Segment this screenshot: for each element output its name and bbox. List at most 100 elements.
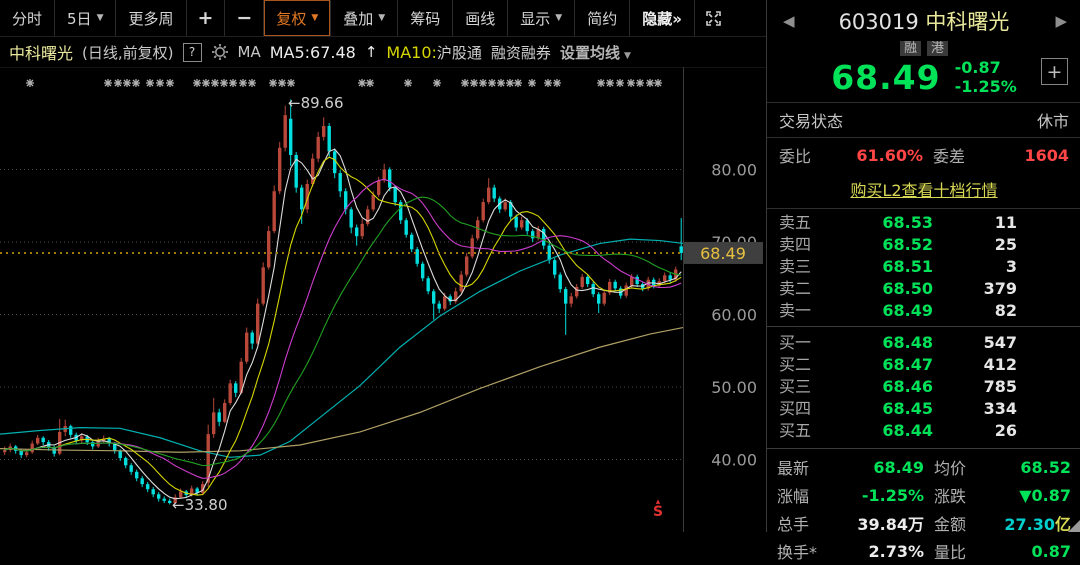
candle-up [465, 257, 468, 275]
toolbar-button-显示[interactable]: 显示▼ [508, 0, 575, 36]
event-marker-icon[interactable] [553, 79, 561, 87]
event-marker-icon[interactable] [514, 79, 522, 87]
event-marker-icon[interactable] [616, 79, 624, 87]
help-icon[interactable]: ? [183, 43, 202, 62]
event-marker-icon[interactable] [146, 79, 154, 87]
ask-row[interactable]: 卖一68.4982 [767, 300, 1080, 322]
toolbar-button-更多周[interactable]: 更多周 [116, 0, 186, 36]
event-marker-icon[interactable] [193, 79, 201, 87]
toolbar-button-筹码[interactable]: 筹码 [398, 0, 453, 36]
event-marker-icon[interactable] [248, 79, 256, 87]
candle-down [388, 170, 391, 188]
event-marker-icon[interactable] [202, 79, 210, 87]
event-marker-icon[interactable] [646, 79, 654, 87]
toolbar-button-−[interactable]: − [225, 0, 264, 36]
candle-up [278, 148, 281, 192]
sell-signal-marker[interactable]: S [653, 504, 663, 520]
candle-down [416, 249, 419, 264]
event-marker-icon[interactable] [26, 79, 34, 87]
candle-up [383, 170, 386, 181]
toolbar-button-画线[interactable]: 画线 [453, 0, 508, 36]
candle-down [157, 494, 160, 498]
ma-settings-button[interactable]: 设置均线▼ [560, 42, 631, 63]
toolbar-button-+[interactable]: + [187, 0, 226, 36]
candle-up [663, 275, 666, 281]
event-marker-icon[interactable] [506, 79, 514, 87]
bid-row[interactable]: 买三68.46785 [767, 376, 1080, 398]
bid-row[interactable]: 买四68.45334 [767, 398, 1080, 420]
event-marker-icon[interactable] [470, 79, 478, 87]
event-marker-icon[interactable] [654, 79, 662, 87]
candle-up [212, 412, 215, 434]
add-to-watchlist-button[interactable]: + [1041, 58, 1068, 85]
chevron-down-icon: ▼ [311, 13, 318, 23]
ask-levels: 卖五68.5311卖四68.5225卖三68.513卖二68.50379卖一68… [767, 209, 1080, 324]
toolbar-button-叠加[interactable]: 叠加▼ [331, 0, 398, 36]
ask-row[interactable]: 卖二68.50379 [767, 278, 1080, 300]
toolbar-button-简约[interactable]: 简约 [575, 0, 630, 36]
badge-港: 港 [927, 41, 948, 56]
event-marker-icon[interactable] [479, 79, 487, 87]
gear-icon[interactable] [211, 43, 229, 61]
event-marker-icon[interactable] [488, 79, 496, 87]
event-marker-icon[interactable] [220, 79, 228, 87]
event-marker-icon[interactable] [528, 79, 536, 87]
bid-row[interactable]: 买一68.48547 [767, 332, 1080, 354]
event-marker-icon[interactable] [269, 79, 277, 87]
event-marker-icon[interactable] [156, 79, 164, 87]
toolbar-button-分时[interactable]: 分时 [0, 0, 55, 36]
event-marker-icon[interactable] [123, 79, 131, 87]
event-marker-icon[interactable] [433, 79, 441, 87]
stock-name: 中科曙光 [925, 10, 1009, 34]
event-marker-icon[interactable] [166, 79, 174, 87]
ma30-line [5, 197, 682, 466]
event-marker-icon[interactable] [597, 79, 605, 87]
toolbar-button-5日[interactable]: 5日▼ [55, 0, 116, 36]
ma10-label: MA10: [386, 43, 437, 62]
candle-down [586, 277, 589, 284]
event-marker-icon[interactable] [287, 79, 295, 87]
stat-row: 涨幅-1.25%涨跌▼0.87 [777, 481, 1071, 509]
event-marker-icon[interactable] [366, 79, 374, 87]
toolbar-button-隐藏[interactable]: 隐藏» [630, 0, 695, 36]
bid-row[interactable]: 买二68.47412 [767, 354, 1080, 376]
event-marker-icon[interactable] [636, 79, 644, 87]
event-marker-icon[interactable] [461, 79, 469, 87]
event-marker-icon[interactable] [132, 79, 140, 87]
event-marker-icon[interactable] [627, 79, 635, 87]
event-marker-icon[interactable] [497, 79, 505, 87]
event-marker-icon[interactable] [229, 79, 237, 87]
badge-融: 融 [900, 41, 921, 56]
stat-row: 换手*2.73%量比0.87 [777, 537, 1071, 565]
candle-up [273, 191, 276, 231]
window-resize-grip[interactable] [1068, 520, 1080, 532]
ask-row[interactable]: 卖四68.5225 [767, 234, 1080, 256]
event-marker-icon[interactable] [278, 79, 286, 87]
candle-down [493, 188, 496, 199]
ask-row[interactable]: 卖三68.513 [767, 256, 1080, 278]
fullscreen-icon[interactable] [695, 0, 732, 36]
event-marker-icon[interactable] [114, 79, 122, 87]
candle-up [372, 195, 375, 210]
candle-down [168, 501, 171, 503]
candle-up [361, 224, 364, 236]
event-marker-icon[interactable] [239, 79, 247, 87]
candle-down [53, 448, 56, 454]
prev-stock-arrow[interactable]: ◀ [783, 12, 795, 30]
event-marker-icon[interactable] [104, 79, 112, 87]
candle-down [405, 220, 408, 235]
candle-down [614, 282, 617, 289]
kline-chart[interactable]: 80.0070.0060.0050.0040.0068.49←89.66←33.… [0, 67, 765, 532]
y-axis-tick: 50.00 [711, 378, 757, 397]
stock-name-label: 中科曙光 [9, 40, 73, 64]
event-marker-icon[interactable] [606, 79, 614, 87]
event-marker-icon[interactable] [544, 79, 552, 87]
event-marker-icon[interactable] [358, 79, 366, 87]
next-stock-arrow[interactable]: ▶ [1055, 12, 1067, 30]
toolbar-button-复权[interactable]: 复权▼ [264, 0, 331, 36]
bid-row[interactable]: 买五68.4426 [767, 420, 1080, 442]
buy-l2-link[interactable]: 购买L2查看十档行情 [850, 181, 997, 200]
event-marker-icon[interactable] [211, 79, 219, 87]
ask-row[interactable]: 卖五68.5311 [767, 212, 1080, 234]
event-marker-icon[interactable] [404, 79, 412, 87]
